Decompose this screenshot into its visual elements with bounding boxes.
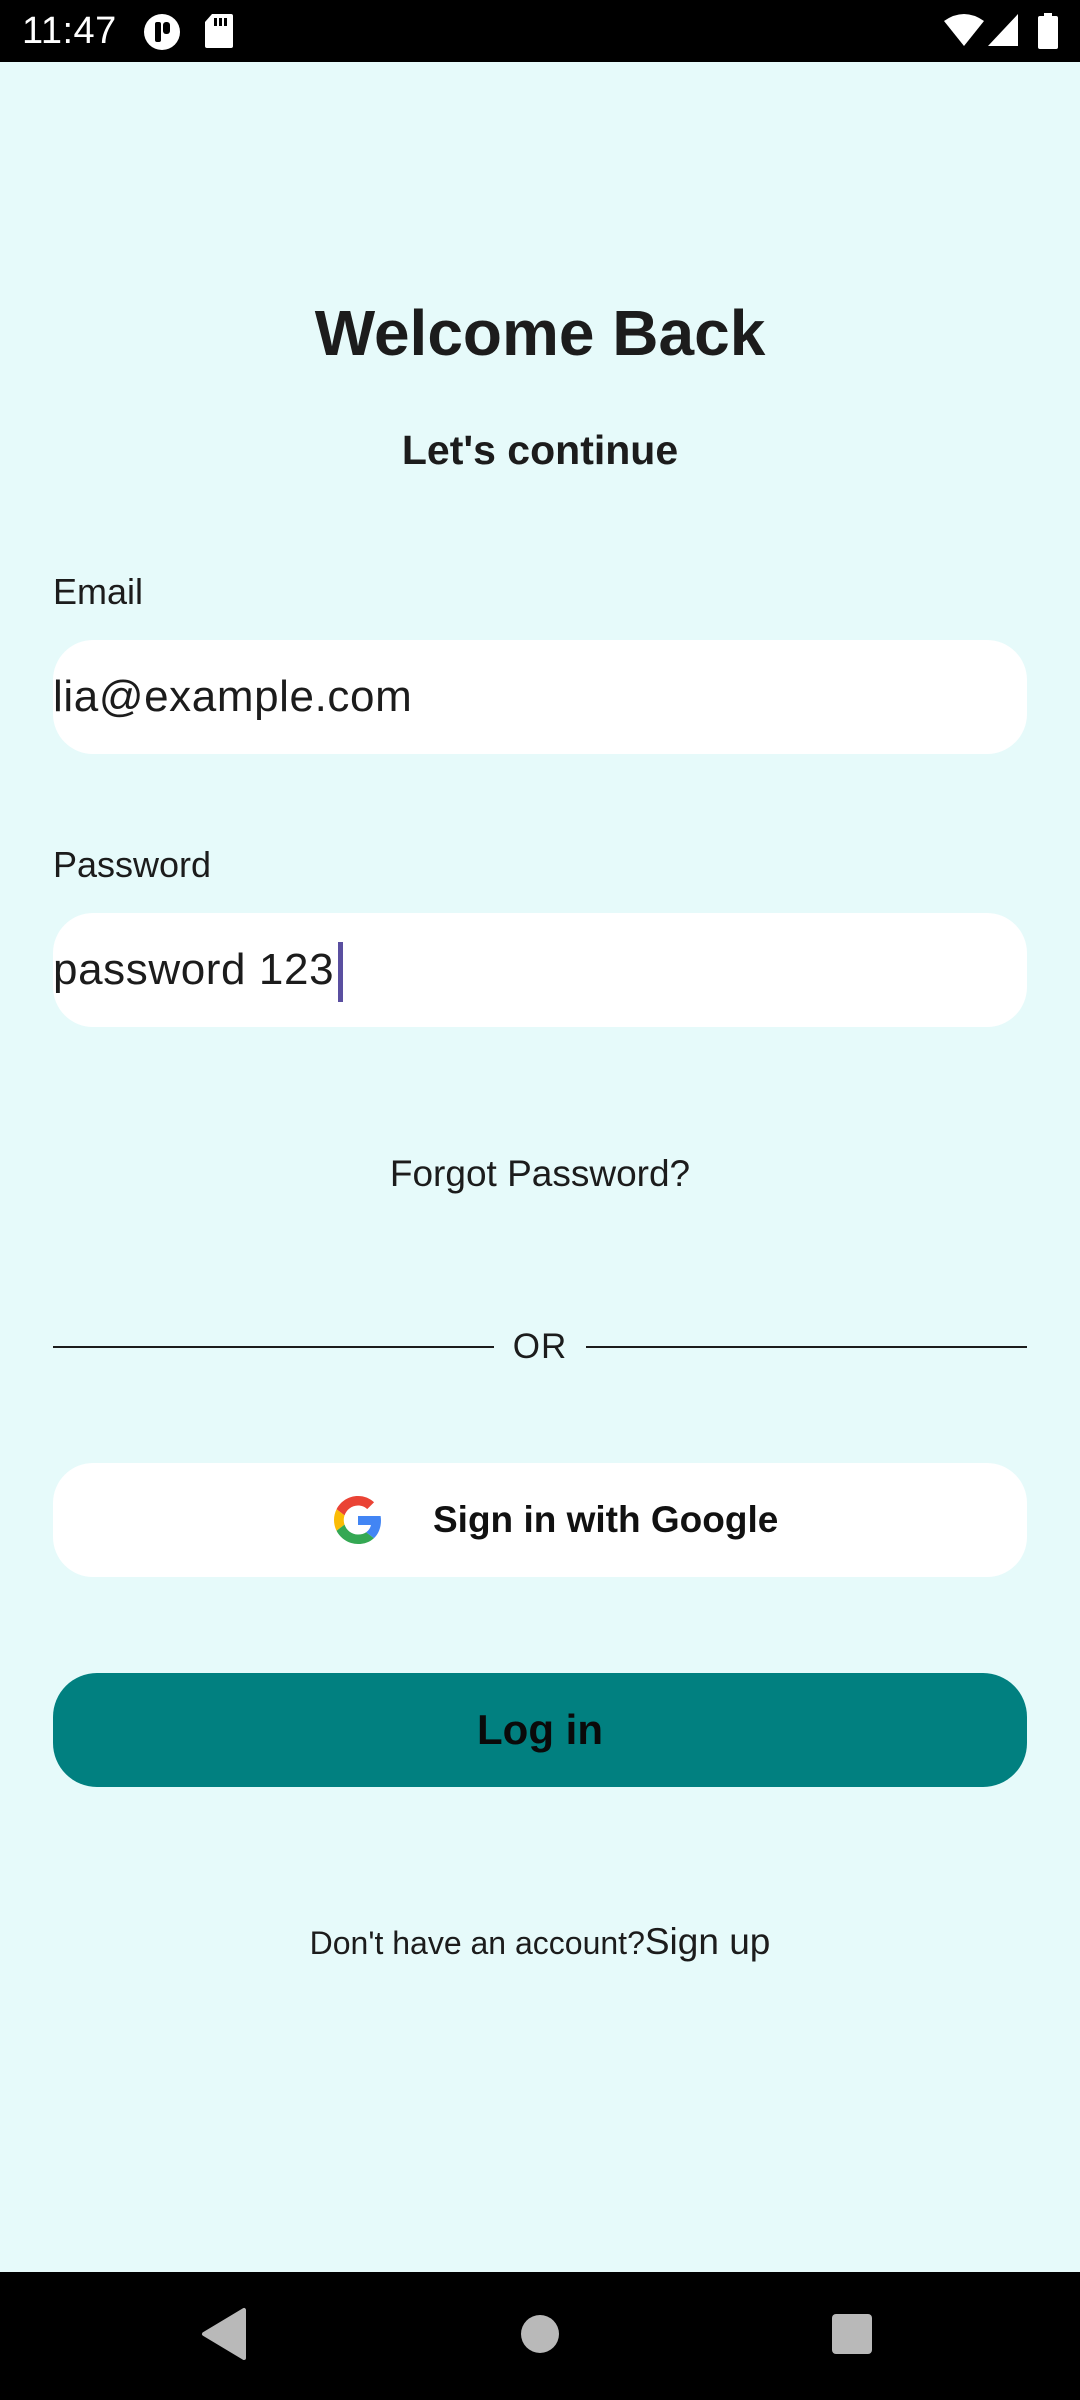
signup-row: Don't have an account?Sign up <box>0 1917 1080 1975</box>
recents-icon[interactable] <box>829 2306 875 2367</box>
password-label: Password <box>53 844 212 885</box>
password-field[interactable]: password 123 <box>53 913 1027 1027</box>
privacy-indicator-icon <box>143 13 181 56</box>
wifi-icon <box>944 13 984 52</box>
email-value: lia@example.com <box>53 672 413 721</box>
text-cursor <box>338 942 343 1002</box>
google-sign-in-label: Sign in with Google <box>433 1499 779 1540</box>
home-icon[interactable] <box>517 2306 563 2367</box>
divider-line-right <box>586 1346 1027 1348</box>
email-label: Email <box>53 571 144 612</box>
cell-signal-icon <box>987 13 1019 52</box>
forgot-password-link[interactable]: Forgot Password? <box>0 1151 1080 1197</box>
password-value: password 123 <box>53 945 335 994</box>
login-button-label: Log in <box>477 1706 603 1753</box>
google-sign-in-button[interactable]: Sign in with Google <box>53 1463 1027 1577</box>
status-time: 11:47 <box>22 10 117 52</box>
sd-card-icon <box>204 13 234 54</box>
navigation-bar <box>0 2272 1080 2400</box>
back-icon[interactable] <box>200 2306 246 2367</box>
email-field[interactable]: lia@example.com <box>53 640 1027 754</box>
page-subtitle: Let's continue <box>401 427 679 473</box>
status-bar: 11:47 <box>0 0 1080 62</box>
signup-link[interactable]: Sign up <box>645 1921 771 1962</box>
google-logo-icon <box>334 1496 382 1549</box>
signup-prompt: Don't have an account? <box>309 1925 645 1961</box>
page-title: Welcome Back <box>314 297 766 369</box>
battery-icon <box>1038 13 1058 54</box>
login-button[interactable]: Log in <box>53 1673 1027 1787</box>
